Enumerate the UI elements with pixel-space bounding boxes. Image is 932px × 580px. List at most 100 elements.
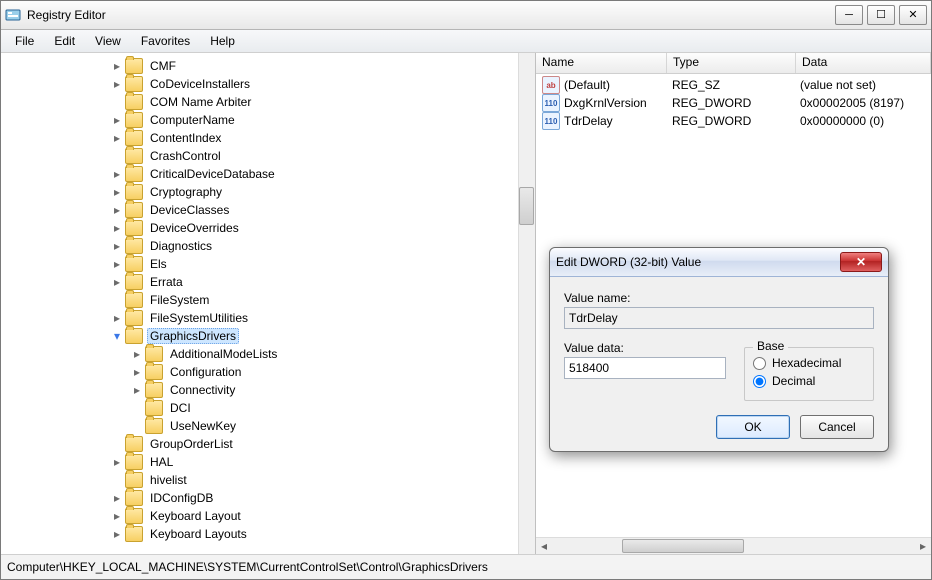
- tree-node-label: Keyboard Layout: [147, 508, 244, 524]
- tree-node-label: HAL: [147, 454, 176, 470]
- tree-node[interactable]: ▸ComputerName: [1, 111, 280, 129]
- tree-node-label: IDConfigDB: [147, 490, 216, 506]
- scroll-right-icon[interactable]: ▸: [915, 538, 931, 554]
- tree-node[interactable]: DCI: [1, 399, 280, 417]
- chevron-right-icon[interactable]: ▸: [111, 456, 123, 468]
- column-type[interactable]: Type: [667, 53, 796, 73]
- chevron-right-icon[interactable]: ▸: [111, 240, 123, 252]
- tree-node[interactable]: ▸Connectivity: [1, 381, 280, 399]
- maximize-button[interactable]: ☐: [867, 5, 895, 25]
- tree-node[interactable]: FileSystem: [1, 291, 280, 309]
- tree-node[interactable]: COM Name Arbiter: [1, 93, 280, 111]
- tree-node[interactable]: ▸Errata: [1, 273, 280, 291]
- value-data: 0x00002005 (8197): [794, 96, 931, 110]
- radio-hex[interactable]: Hexadecimal: [753, 356, 865, 370]
- chevron-right-icon[interactable]: ▸: [111, 132, 123, 144]
- ok-button[interactable]: OK: [716, 415, 790, 439]
- chevron-right-icon[interactable]: ▸: [111, 492, 123, 504]
- menu-edit[interactable]: Edit: [44, 32, 85, 50]
- tree-scroll-thumb[interactable]: [519, 187, 534, 225]
- tree-node[interactable]: ▸DeviceOverrides: [1, 219, 280, 237]
- window-title: Registry Editor: [27, 8, 835, 22]
- regedit-icon: [5, 7, 21, 23]
- chevron-right-icon[interactable]: ▸: [111, 528, 123, 540]
- tree-node[interactable]: GroupOrderList: [1, 435, 280, 453]
- chevron-right-icon[interactable]: ▸: [111, 258, 123, 270]
- chevron-right-icon[interactable]: ▸: [131, 348, 143, 360]
- value-name-label: Value name:: [564, 291, 874, 305]
- column-name[interactable]: Name: [536, 53, 667, 73]
- value-data-field[interactable]: [564, 357, 726, 379]
- tree-node-label: AdditionalModeLists: [167, 346, 280, 362]
- dialog-close-button[interactable]: ✕: [840, 252, 882, 272]
- tree-node[interactable]: UseNewKey: [1, 417, 280, 435]
- folder-icon: [145, 418, 163, 434]
- chevron-right-icon[interactable]: ▸: [111, 114, 123, 126]
- chevron-right-icon[interactable]: ▸: [131, 366, 143, 378]
- chevron-right-icon[interactable]: ▸: [111, 222, 123, 234]
- menu-help[interactable]: Help: [200, 32, 245, 50]
- dialog-titlebar[interactable]: Edit DWORD (32-bit) Value ✕: [550, 248, 888, 277]
- value-row[interactable]: 110DxgKrnlVersionREG_DWORD0x00002005 (81…: [536, 94, 931, 112]
- tree-node[interactable]: ▸ AdditionalModeLists: [1, 345, 280, 363]
- tree-node-label: Els: [147, 256, 170, 272]
- minimize-button[interactable]: ─: [835, 5, 863, 25]
- chevron-right-icon[interactable]: ▸: [111, 204, 123, 216]
- chevron-right-icon[interactable]: ▸: [111, 312, 123, 324]
- tree-node[interactable]: ▸ContentIndex: [1, 129, 280, 147]
- client-area: ▸CMF▸CoDeviceInstallersCOM Name Arbiter▸…: [1, 53, 931, 554]
- value-row[interactable]: ab(Default)REG_SZ(value not set): [536, 76, 931, 94]
- tree-node[interactable]: ▸ Els: [1, 255, 280, 273]
- menu-favorites[interactable]: Favorites: [131, 32, 200, 50]
- tree-node[interactable]: ▸Configuration: [1, 363, 280, 381]
- chevron-right-icon[interactable]: ▸: [111, 510, 123, 522]
- scroll-left-icon[interactable]: ◂: [536, 538, 552, 554]
- tree-spacer: [131, 420, 143, 432]
- tree-node[interactable]: ▸DeviceClasses: [1, 201, 280, 219]
- tree-node[interactable]: ▸ Keyboard Layout: [1, 507, 280, 525]
- tree-node[interactable]: ▸ FileSystemUtilities: [1, 309, 280, 327]
- radio-hex-input[interactable]: [753, 357, 766, 370]
- tree-node[interactable]: ▸Keyboard Layouts: [1, 525, 280, 543]
- folder-icon: [125, 328, 143, 344]
- folder-icon: [125, 238, 143, 254]
- chevron-right-icon[interactable]: ▸: [111, 168, 123, 180]
- chevron-right-icon[interactable]: ▸: [111, 186, 123, 198]
- radio-dec-input[interactable]: [753, 375, 766, 388]
- chevron-right-icon[interactable]: ▸: [111, 276, 123, 288]
- registry-tree[interactable]: ▸CMF▸CoDeviceInstallersCOM Name Arbiter▸…: [1, 53, 280, 547]
- tree-spacer: [111, 438, 123, 450]
- list-hscrollbar[interactable]: ◂ ▸: [536, 537, 931, 554]
- radio-dec[interactable]: Decimal: [753, 374, 865, 388]
- folder-icon: [125, 454, 143, 470]
- chevron-down-icon[interactable]: ▾: [111, 330, 123, 342]
- close-button[interactable]: ✕: [899, 5, 927, 25]
- tree-node[interactable]: CrashControl: [1, 147, 280, 165]
- folder-icon: [125, 436, 143, 452]
- tree-scrollbar[interactable]: [518, 53, 535, 554]
- cancel-button[interactable]: Cancel: [800, 415, 874, 439]
- tree-node[interactable]: hivelist: [1, 471, 280, 489]
- tree-node[interactable]: ▸CriticalDeviceDatabase: [1, 165, 280, 183]
- value-type: REG_DWORD: [666, 114, 794, 128]
- menu-view[interactable]: View: [85, 32, 131, 50]
- tree-node-label: CMF: [147, 58, 179, 74]
- column-data[interactable]: Data: [796, 53, 931, 73]
- tree-node-label: CrashControl: [147, 148, 224, 164]
- tree-node[interactable]: ▸ HAL: [1, 453, 280, 471]
- folder-icon: [145, 382, 163, 398]
- value-row[interactable]: 110TdrDelayREG_DWORD0x00000000 (0): [536, 112, 931, 130]
- tree-node[interactable]: ▸ CMF: [1, 57, 280, 75]
- tree-node[interactable]: ▸CoDeviceInstallers: [1, 75, 280, 93]
- tree-node[interactable]: ▾GraphicsDrivers: [1, 327, 280, 345]
- tree-node[interactable]: ▸Cryptography: [1, 183, 280, 201]
- tree-node-label: FileSystemUtilities: [147, 310, 251, 326]
- tree-node[interactable]: ▸ Diagnostics: [1, 237, 280, 255]
- chevron-right-icon[interactable]: ▸: [111, 78, 123, 90]
- tree-node-label: Diagnostics: [147, 238, 215, 254]
- tree-node[interactable]: ▸ IDConfigDB: [1, 489, 280, 507]
- chevron-right-icon[interactable]: ▸: [111, 60, 123, 72]
- chevron-right-icon[interactable]: ▸: [131, 384, 143, 396]
- hscroll-thumb[interactable]: [622, 539, 744, 553]
- menu-file[interactable]: File: [5, 32, 44, 50]
